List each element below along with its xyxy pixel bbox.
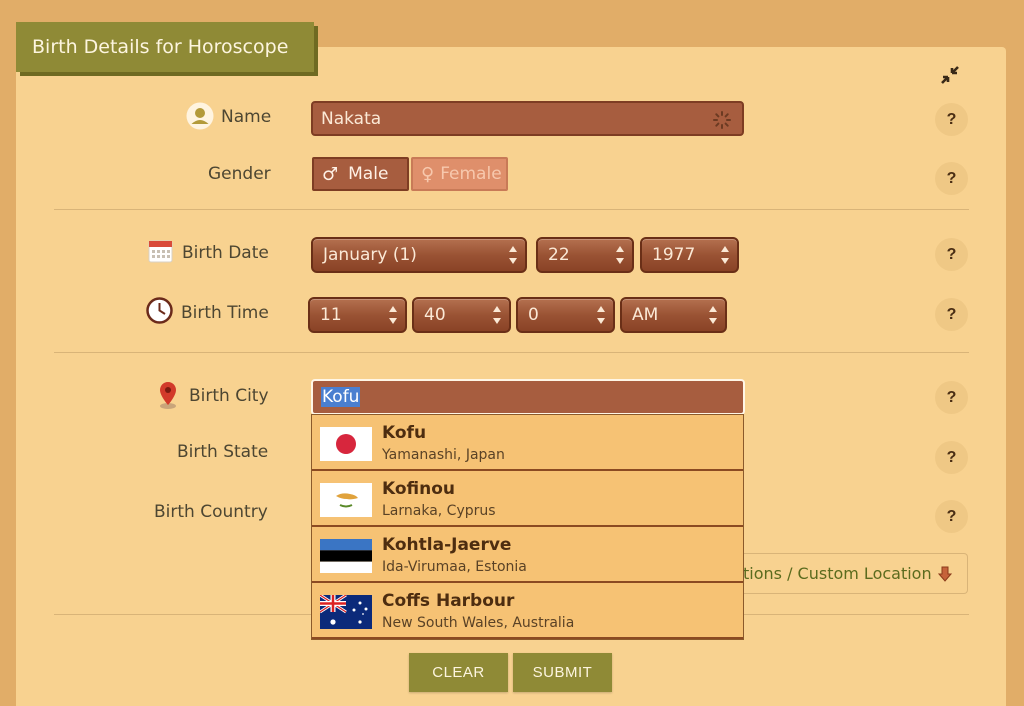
cyprus-flag-icon bbox=[320, 483, 372, 517]
birth-date-label: Birth Date bbox=[182, 243, 269, 263]
birth-country-label: Birth Country bbox=[154, 502, 268, 522]
select-arrows-icon bbox=[615, 246, 624, 264]
clear-button[interactable]: CLEAR bbox=[409, 653, 508, 692]
gender-male-button[interactable]: ♂ Male bbox=[312, 157, 409, 191]
male-symbol-icon: ♂ bbox=[322, 163, 339, 185]
birth-time-help-button[interactable]: ? bbox=[935, 298, 968, 331]
arrow-down-icon bbox=[937, 566, 952, 582]
divider bbox=[54, 352, 969, 353]
australia-flag-icon bbox=[320, 595, 372, 629]
select-arrows-icon bbox=[596, 306, 605, 324]
birth-second-select[interactable]: 0 bbox=[516, 297, 615, 333]
name-label: Name bbox=[221, 107, 272, 127]
form-title: Birth Details for Horoscope bbox=[16, 22, 314, 72]
birth-day-select[interactable]: 22 bbox=[536, 237, 634, 273]
select-arrows-icon bbox=[508, 246, 517, 264]
birth-country-help-button[interactable]: ? bbox=[935, 500, 968, 533]
birth-hour-select[interactable]: 11 bbox=[308, 297, 407, 333]
compress-icon[interactable] bbox=[938, 63, 962, 87]
gender-female-button[interactable]: ♀ Female bbox=[411, 157, 508, 191]
birth-city-help-button[interactable]: ? bbox=[935, 381, 968, 414]
divider bbox=[54, 209, 969, 210]
birth-month-select[interactable]: January (1) bbox=[311, 237, 527, 273]
city-suggestion-item[interactable]: Kofinou Larnaka, Cyprus bbox=[312, 471, 743, 527]
birth-year-select[interactable]: 1977 bbox=[640, 237, 739, 273]
birth-ampm-select[interactable]: AM bbox=[620, 297, 727, 333]
select-arrows-icon bbox=[492, 306, 501, 324]
map-pin-icon bbox=[160, 382, 176, 409]
birth-city-label: Birth City bbox=[189, 386, 269, 406]
name-help-button[interactable]: ? bbox=[935, 103, 968, 136]
birth-minute-select[interactable]: 40 bbox=[412, 297, 511, 333]
birth-date-help-button[interactable]: ? bbox=[935, 238, 968, 271]
gender-help-button[interactable]: ? bbox=[935, 162, 968, 195]
select-arrows-icon bbox=[720, 246, 729, 264]
city-suggestion-item[interactable]: Kohtla-Jaerve Ida-Virumaa, Estonia bbox=[312, 527, 743, 583]
submit-button[interactable]: SUBMIT bbox=[513, 653, 612, 692]
loading-spinner-icon bbox=[713, 111, 731, 129]
city-suggestion-item[interactable]: Coffs Harbour New South Wales, Australia bbox=[312, 583, 743, 639]
gender-male-label: Male bbox=[348, 164, 389, 184]
birth-time-label: Birth Time bbox=[181, 303, 269, 323]
name-input-value: Nakata bbox=[321, 108, 382, 129]
city-suggestions-dropdown: Kofu Yamanashi, Japan Kofinou Larnaka, C… bbox=[311, 414, 744, 640]
more-locations-label: tions / Custom Location bbox=[743, 564, 932, 583]
clock-icon bbox=[146, 297, 173, 324]
birth-city-input-value: Kofu bbox=[321, 387, 361, 407]
birth-state-help-button[interactable]: ? bbox=[935, 441, 968, 474]
city-suggestion-item[interactable]: Kofu Yamanashi, Japan bbox=[312, 415, 743, 471]
user-icon bbox=[186, 102, 214, 130]
gender-label: Gender bbox=[208, 164, 271, 184]
estonia-flag-icon bbox=[320, 539, 372, 573]
gender-female-label: Female bbox=[440, 164, 502, 184]
birth-state-label: Birth State bbox=[177, 442, 269, 462]
female-symbol-icon: ♀ bbox=[421, 163, 435, 185]
select-arrows-icon bbox=[388, 306, 397, 324]
japan-flag-icon bbox=[320, 427, 372, 461]
name-input[interactable]: Nakata bbox=[311, 101, 744, 136]
birth-city-input[interactable]: Kofu bbox=[311, 379, 745, 415]
calendar-icon bbox=[148, 240, 173, 263]
more-locations-button[interactable]: tions / Custom Location bbox=[743, 553, 968, 594]
form-title-text: Birth Details for Horoscope bbox=[32, 36, 289, 58]
select-arrows-icon bbox=[708, 306, 717, 324]
